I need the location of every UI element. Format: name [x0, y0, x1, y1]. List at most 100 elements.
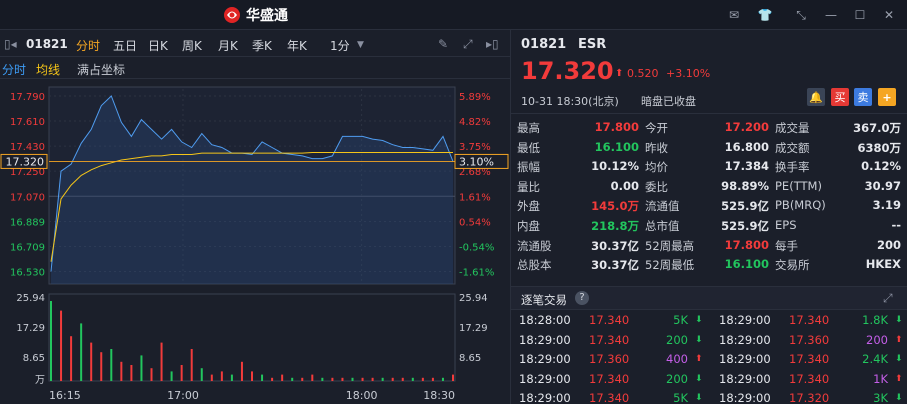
volume-bar [321, 377, 324, 381]
chart-canvas: 17.79017.61017.43017.25017.07016.88916.7… [0, 86, 509, 402]
help-icon[interactable]: ? [575, 291, 589, 305]
volume-tick-left: 25.94 [16, 293, 45, 304]
trade-time: 18:29:00 [519, 332, 571, 347]
time-tick-label: 16:15 [49, 389, 81, 402]
volume-bar [60, 310, 63, 381]
stat-label: 均价 [645, 160, 668, 175]
trade-time: 18:29:00 [519, 371, 571, 386]
stat-label: 换手率 [775, 160, 810, 175]
stat-value: 17.800 [594, 120, 639, 134]
intraday-chart[interactable]: 17.790 17.610 17.430 17.250 17.070 16.889 16.7… [0, 79, 510, 404]
trade-row: 18:28:00 17.340 5K ⬇ 18:29:00 17.340 1.8K ⬇ [511, 310, 907, 330]
app-window: 华盛通 ✉ 👕 ⤡ — ☐ ✕ ▯◂ 01821 分时 五日 日K 周K 月K … [0, 0, 907, 404]
volume-bar [421, 377, 424, 381]
volume-bar [351, 377, 354, 381]
arrow-up-icon: ⬆ [895, 373, 903, 384]
mail-icon[interactable]: ✉ [725, 6, 743, 24]
tab-monthly-k[interactable]: 月K [218, 37, 238, 54]
volume-bar [271, 377, 274, 381]
trade-row: 18:29:00 17.360 400 ⬆ 18:29:00 17.340 2.4K ⬇ [511, 349, 907, 369]
minimize-icon[interactable]: — [822, 6, 840, 24]
shrink-icon[interactable]: ⤡ [792, 6, 810, 24]
volume-tick-left: 8.65 [23, 353, 45, 364]
stat-value: 200 [876, 237, 901, 252]
trade-qty: 2.4K [862, 352, 888, 367]
buy-button[interactable]: 买 [831, 88, 849, 106]
stat-label: 总市值 [645, 219, 680, 233]
volume-bar [301, 377, 304, 381]
stat-label: 量比 [517, 179, 540, 194]
quote-header: 01821 ESR 17.320 ⬆ 0.520 +3.10% 10-31 18… [511, 30, 907, 114]
trade-time: 18:28:00 [519, 313, 571, 327]
trade-qty: 200 [666, 332, 688, 347]
stat-label: 内盘 [517, 219, 540, 233]
fullscreen-icon[interactable]: ⤢ [463, 37, 473, 52]
right-tick-label: 4.82% [459, 117, 491, 128]
trade-price: 17.340 [789, 371, 830, 386]
pen-icon[interactable]: ✎ [438, 37, 448, 51]
left-tick-label: 16.709 [10, 243, 45, 254]
volume-bar [120, 361, 123, 381]
stat-value: 17.384 [724, 159, 769, 174]
volume-bar [391, 377, 394, 381]
collapse-right-icon[interactable]: ▸▯ [486, 37, 499, 51]
trades-list: 18:28:00 17.340 5K ⬇ 18:29:00 17.340 1.8K ⬇ 18:2… [511, 310, 907, 404]
stat-label: 交易所 [775, 258, 810, 273]
volume-bar [150, 368, 153, 381]
stat-label: 每手 [775, 238, 798, 253]
bell-icon[interactable]: 🔔 [807, 88, 825, 106]
sell-button[interactable]: 卖 [854, 88, 872, 106]
add-watchlist-button[interactable]: + [878, 88, 896, 106]
expand-icon[interactable]: ⤢ [883, 291, 893, 306]
stats-row: 最低 16.100 昨收 16.800 成交额 6380万 [517, 137, 907, 157]
subbar-full-axis[interactable]: 满占坐标 [77, 61, 125, 78]
volume-bar [261, 374, 264, 381]
stock-code: 01821 [521, 37, 567, 52]
stat-label: 外盘 [517, 199, 540, 214]
volume-bar [251, 371, 253, 381]
tab-weekly-k[interactable]: 周K [182, 37, 202, 54]
tab-intraday[interactable]: 分时 [76, 37, 100, 54]
current-pct-label: 3.10% [459, 155, 494, 168]
stat-label: 最低 [517, 140, 540, 155]
trade-time: 18:29:00 [519, 391, 571, 404]
volume-bar [240, 361, 243, 381]
trade-price: 17.340 [589, 371, 630, 386]
stats-row: 总股本 30.37亿 52周最低 16.100 交易所 HKEX [517, 254, 907, 274]
chart-toolbar: ▯◂ 01821 分时 五日 日K 周K 月K 季K 年K 1分 ▼ ✎ ⤢ ▸… [0, 31, 510, 57]
volume-bar [140, 355, 143, 381]
time-tick-label: 18:30 [423, 389, 455, 402]
right-tick-label: 3.75% [459, 142, 491, 153]
stat-label: 总股本 [517, 258, 552, 273]
trade-qty: 5K [673, 313, 688, 327]
market-status: 暗盘已收盘 [641, 95, 696, 108]
stat-value: 6380万 [857, 140, 901, 155]
subbar-intraday[interactable]: 分时 [2, 61, 26, 78]
volume-tick-right: 17.29 [459, 323, 488, 334]
volume-bar [70, 336, 73, 381]
trade-qty: 400 [666, 352, 688, 367]
right-tick-label: 0.54% [459, 217, 491, 228]
tab-5day[interactable]: 五日 [113, 37, 137, 54]
trade-price: 17.340 [789, 313, 830, 327]
tab-quarterly-k[interactable]: 季K [252, 37, 272, 54]
stat-value: 17.200 [724, 120, 769, 134]
tab-1min[interactable]: 1分 [330, 37, 350, 54]
tab-daily-k[interactable]: 日K [148, 37, 168, 54]
close-icon[interactable]: ✕ [880, 6, 898, 24]
maximize-icon[interactable]: ☐ [851, 6, 869, 24]
stat-value: 16.100 [594, 139, 639, 154]
skin-icon[interactable]: 👕 [756, 6, 774, 24]
chevron-down-icon[interactable]: ▼ [357, 40, 364, 50]
volume-bar [110, 349, 113, 381]
volume-bar [170, 371, 173, 381]
collapse-left-icon[interactable]: ▯◂ [4, 37, 17, 51]
trade-qty: 3K [873, 391, 888, 404]
tab-yearly-k[interactable]: 年K [287, 37, 307, 54]
stat-value: 0.12% [861, 159, 901, 174]
volume-bar [311, 374, 314, 381]
subbar-avg-line[interactable]: 均线 [36, 61, 60, 78]
stat-label: PB(MRQ) [775, 198, 826, 213]
stat-value: HKEX [865, 257, 901, 272]
volume-bar [100, 352, 103, 381]
